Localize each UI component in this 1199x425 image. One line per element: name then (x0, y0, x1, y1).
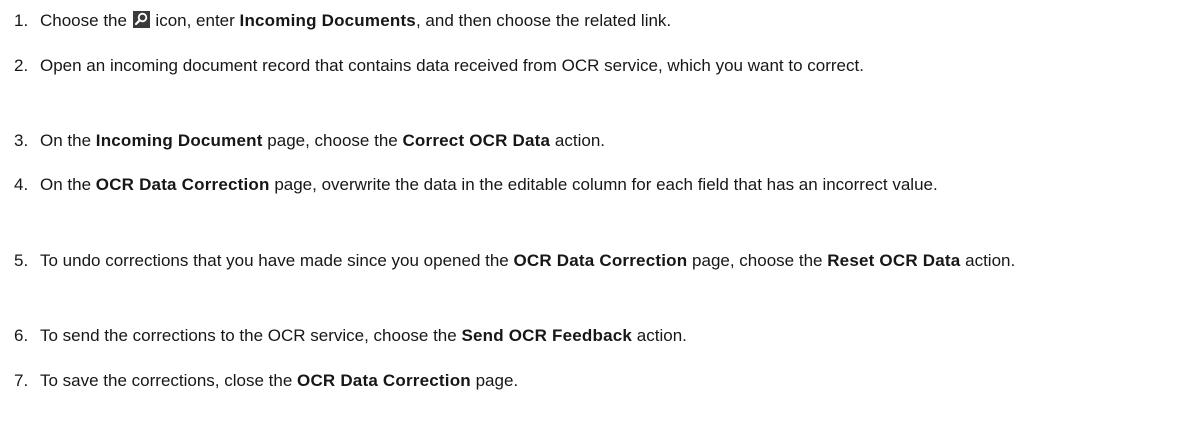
step-text-run: To save the corrections, close the (40, 371, 298, 390)
search-icon (132, 11, 150, 28)
step-text-run: Open an incoming document record that co… (40, 56, 864, 75)
step-number: 3. (14, 131, 29, 150)
step-number: 7. (14, 371, 29, 390)
ui-term: OCR Data Correction (95, 175, 270, 194)
step-text-run: action. (550, 131, 605, 150)
ui-term: Incoming Document (95, 131, 263, 150)
step-text: Open an incoming document record that co… (40, 56, 864, 75)
step-text: Choose the icon, enter Incoming Document… (40, 11, 671, 30)
step-text-run: Choose the (40, 11, 132, 30)
step-text-run: On the (40, 131, 96, 150)
step-text: To save the corrections, close the OCR D… (40, 371, 518, 390)
step-text-run: page, overwrite the data in the editable… (269, 175, 938, 194)
step-text-run: , and then choose the related link. (415, 11, 672, 30)
procedure-step: 7. To save the corrections, close the OCR… (0, 366, 1199, 396)
step-text: On the OCR Data Correction page, overwri… (40, 175, 938, 194)
step-text: On the Incoming Document page, choose th… (40, 131, 605, 150)
step-text-run: To undo corrections that you have made s… (40, 251, 514, 270)
step-text-run: page. (470, 371, 519, 390)
step-text-run: On the (40, 175, 96, 194)
step-text-run: action. (960, 251, 1016, 270)
ui-term: Send OCR Feedback (461, 326, 633, 345)
ui-term: Reset OCR Data (827, 251, 961, 270)
step-text: To undo corrections that you have made s… (40, 251, 1015, 270)
step-number: 1. (14, 11, 29, 30)
procedure-document: 1. Choose the icon, enter Incoming Docume… (0, 0, 1199, 425)
step-text-run: action. (632, 326, 687, 345)
step-number: 5. (14, 251, 29, 270)
step-text-run: To send the corrections to the OCR servi… (40, 326, 462, 345)
procedure-step: 6. To send the corrections to the OCR ser… (0, 321, 1199, 351)
procedure-step: 3. On the Incoming Document page, choose … (0, 126, 1199, 156)
step-text-run: icon, enter (150, 11, 240, 30)
step-text-run: page, choose the (687, 251, 828, 270)
ui-term: OCR Data Correction (297, 371, 471, 390)
step-number: 2. (14, 56, 29, 75)
ui-term: Incoming Documents (239, 11, 416, 30)
ui-term: OCR Data Correction (513, 251, 688, 270)
ui-term: Correct OCR Data (402, 131, 551, 150)
step-text: To send the corrections to the OCR servi… (40, 326, 687, 345)
procedure-step: 5. To undo corrections that you have made… (0, 246, 1199, 276)
procedure-step: 1. Choose the icon, enter Incoming Docume… (0, 6, 1199, 36)
procedure-step: 2. Open an incoming document record that … (0, 51, 1199, 81)
step-text-run: page, choose the (262, 131, 403, 150)
step-number: 4. (14, 175, 29, 194)
procedure-step: 4. On the OCR Data Correction page, overw… (0, 170, 1199, 200)
step-number: 6. (14, 326, 29, 345)
